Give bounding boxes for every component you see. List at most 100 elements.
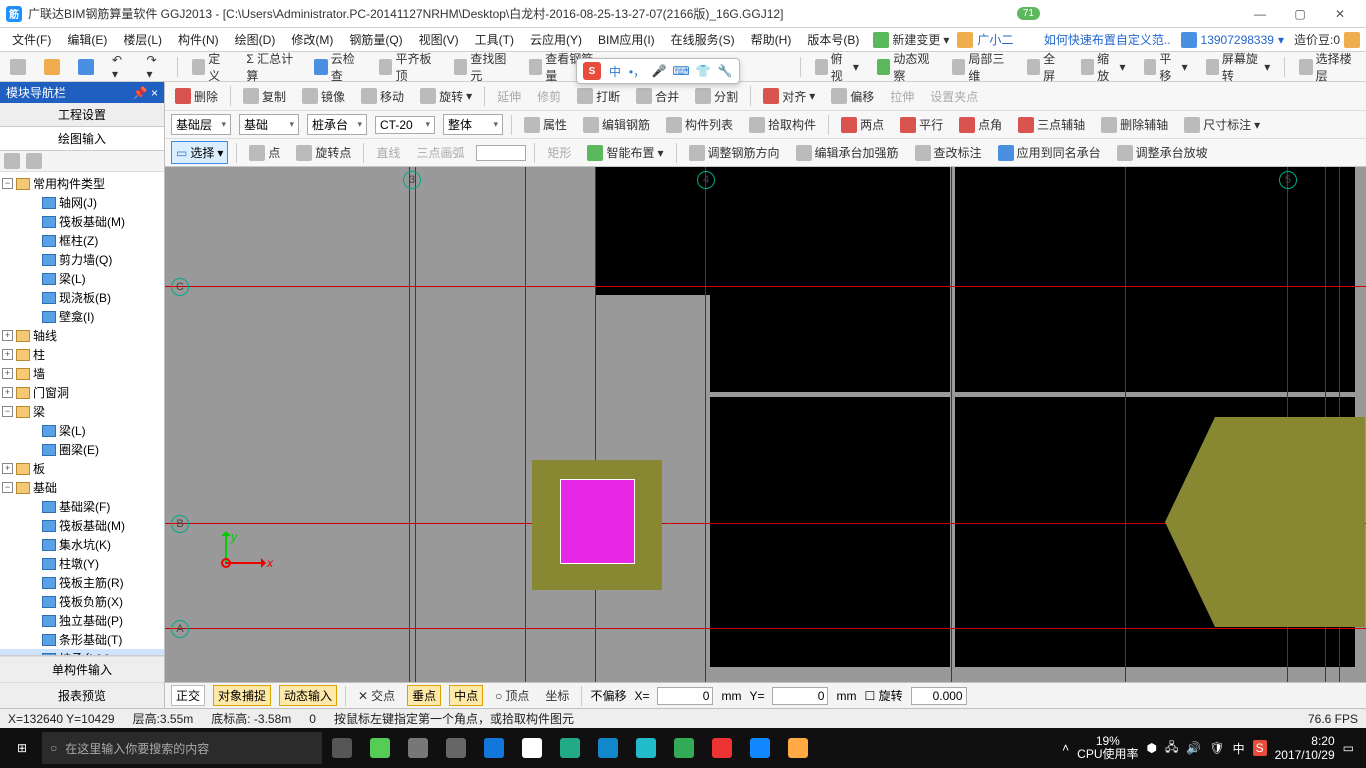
ime-tool-icon[interactable]: 🔧 <box>717 63 733 79</box>
merge-button[interactable]: 合并 <box>632 86 683 107</box>
close-button[interactable]: ✕ <box>1320 0 1360 28</box>
scope-select[interactable]: 整体 <box>443 114 503 135</box>
split-button[interactable]: 分割 <box>691 86 742 107</box>
taskbar-app-4[interactable] <box>552 732 588 764</box>
mirror-button[interactable]: 镜像 <box>298 86 349 107</box>
drawing-canvas[interactable]: 3 4 5 C B A y x <box>165 167 1366 682</box>
draw-value-input[interactable] <box>476 145 526 161</box>
menu-online[interactable]: 在线服务(S) <box>665 29 741 50</box>
selected-element[interactable] <box>560 479 635 564</box>
redo-button[interactable]: ↷ ▾ <box>143 51 168 83</box>
task-view-button[interactable] <box>324 732 360 764</box>
ime-keyboard-icon[interactable]: ⌨ <box>673 63 689 79</box>
dimension-button[interactable]: 尺寸标注 ▾ <box>1180 114 1264 135</box>
component-name-select[interactable]: CT-20 <box>375 116 435 134</box>
minimize-button[interactable]: — <box>1240 0 1280 28</box>
rotate-input[interactable] <box>911 687 967 705</box>
move-button[interactable]: 移动 <box>357 86 408 107</box>
pin-icon[interactable]: 📌 × <box>133 86 158 100</box>
subcategory-select[interactable]: 桩承台 <box>307 114 367 135</box>
three-point-aux-button[interactable]: 三点辅轴 <box>1014 114 1089 135</box>
select-tool[interactable]: ▭选择 ▾ <box>171 141 228 164</box>
taskbar-search[interactable]: ○ 在这里输入你要搜索的内容 <box>42 732 322 764</box>
two-point-button[interactable]: 两点 <box>837 114 888 135</box>
tray-icon-1[interactable]: ⬢ <box>1147 741 1157 755</box>
adjust-slope-button[interactable]: 调整承台放坡 <box>1113 142 1212 163</box>
taskbar-clock[interactable]: 8:202017/10/29 <box>1275 734 1335 763</box>
notification-badge[interactable]: 71 <box>1017 7 1040 20</box>
tab-single-input[interactable]: 单构件输入 <box>0 656 164 682</box>
adjust-rebar-dir-button[interactable]: 调整钢筋方向 <box>685 142 784 163</box>
smart-layout-button[interactable]: 智能布置 ▾ <box>583 142 667 163</box>
tray-shield-icon[interactable]: 🛡 <box>1209 741 1224 755</box>
rotate-checkbox[interactable]: ☐ 旋转 <box>864 687 902 704</box>
local-3d-button[interactable]: 局部三维 <box>948 48 1013 86</box>
tab-report-preview[interactable]: 报表预览 <box>0 682 164 708</box>
save-button[interactable] <box>74 57 98 77</box>
ortho-toggle[interactable]: 正交 <box>171 685 205 706</box>
orbit-button[interactable]: 动态观察 <box>873 48 938 86</box>
properties-button[interactable]: 属性 <box>520 114 571 135</box>
point-angle-button[interactable]: 点角 <box>955 114 1006 135</box>
select-floor-button[interactable]: 选择楼层 <box>1295 48 1360 86</box>
y-input[interactable] <box>772 687 828 705</box>
taskbar-app-6[interactable] <box>666 732 702 764</box>
start-button[interactable]: ⊞ <box>4 732 40 764</box>
dynamic-input-toggle[interactable]: 动态输入 <box>279 685 337 706</box>
tray-network-icon[interactable]: 🖧 <box>1165 738 1178 759</box>
menu-edit[interactable]: 编辑(E) <box>61 29 113 50</box>
taskbar-app-5[interactable] <box>628 732 664 764</box>
cpu-meter[interactable]: 19%CPU使用率 <box>1077 735 1138 761</box>
tree-tool-1[interactable] <box>4 153 20 169</box>
component-list-button[interactable]: 构件列表 <box>662 114 737 135</box>
x-input[interactable] <box>657 687 713 705</box>
apply-same-button[interactable]: 应用到同名承台 <box>994 142 1105 163</box>
tray-expand-icon[interactable]: ˄ <box>1062 741 1069 755</box>
menu-file[interactable]: 文件(F) <box>6 29 57 50</box>
sum-button[interactable]: Σ 汇总计算 <box>242 48 300 86</box>
align-button[interactable]: 对齐 ▾ <box>759 86 819 107</box>
maximize-button[interactable]: ▢ <box>1280 0 1320 28</box>
screen-rotate-button[interactable]: 屏幕旋转 ▾ <box>1202 48 1275 86</box>
taskbar-app-7[interactable] <box>780 732 816 764</box>
component-tree[interactable]: −常用构件类型 轴网(J) 筏板基础(M) 框柱(Z) 剪力墙(Q) 梁(L) … <box>0 172 164 655</box>
pan-button[interactable]: 平移 ▾ <box>1140 48 1192 86</box>
coin-balance[interactable]: 造价豆:0 <box>1294 31 1360 48</box>
flatten-button[interactable]: 平齐板顶 <box>375 48 440 86</box>
menu-floor[interactable]: 楼层(L) <box>117 29 168 50</box>
top-view-button[interactable]: 俯视 ▾ <box>811 48 863 86</box>
undo-button[interactable]: ↶ ▾ <box>108 51 133 83</box>
open-file-button[interactable] <box>40 57 64 77</box>
tray-volume-icon[interactable]: 🔊 <box>1186 741 1201 755</box>
snap-cross[interactable]: ✕ 交点 <box>354 685 399 706</box>
fullscreen-button[interactable]: 全屏 <box>1023 48 1068 86</box>
tab-draw-input[interactable]: 绘图输入 <box>0 127 164 151</box>
taskbar-app-3[interactable] <box>438 732 474 764</box>
delete-button[interactable]: 删除 <box>171 86 222 107</box>
snap-coord[interactable]: 坐标 <box>541 685 573 706</box>
edit-ct-rebar-button[interactable]: 编辑承台加强筋 <box>792 142 903 163</box>
tree-tool-2[interactable] <box>26 153 42 169</box>
account-phone[interactable]: 13907298339 ▾ <box>1181 32 1284 48</box>
offset-button[interactable]: 偏移 <box>827 86 878 107</box>
tab-project-settings[interactable]: 工程设置 <box>0 103 164 127</box>
menu-bim[interactable]: BIM应用(I) <box>592 29 661 50</box>
copy-button[interactable]: 复制 <box>239 86 290 107</box>
tray-sogou-icon[interactable]: S <box>1253 740 1267 756</box>
rotate-button[interactable]: 旋转 ▾ <box>416 86 476 107</box>
ime-lang[interactable]: 中 <box>607 63 623 79</box>
define-button[interactable]: 定义 <box>188 48 233 86</box>
offset-mode-select[interactable]: 不偏移 <box>590 687 626 704</box>
taskbar-app-1[interactable] <box>362 732 398 764</box>
break-button[interactable]: 打断 <box>573 86 624 107</box>
snap-perp[interactable]: 垂点 <box>407 685 441 706</box>
snap-mid[interactable]: 中点 <box>449 685 483 706</box>
help-link[interactable]: 如何快速布置自定义范.. <box>1044 31 1171 48</box>
find-element-button[interactable]: 查找图元 <box>450 48 515 86</box>
taskbar-app-2[interactable] <box>400 732 436 764</box>
pick-component-button[interactable]: 拾取构件 <box>745 114 820 135</box>
delete-aux-button[interactable]: 删除辅轴 <box>1097 114 1172 135</box>
rotate-point-tool[interactable]: 旋转点 <box>292 142 355 163</box>
taskbar-store[interactable] <box>514 732 550 764</box>
category-select[interactable]: 基础 <box>239 114 299 135</box>
